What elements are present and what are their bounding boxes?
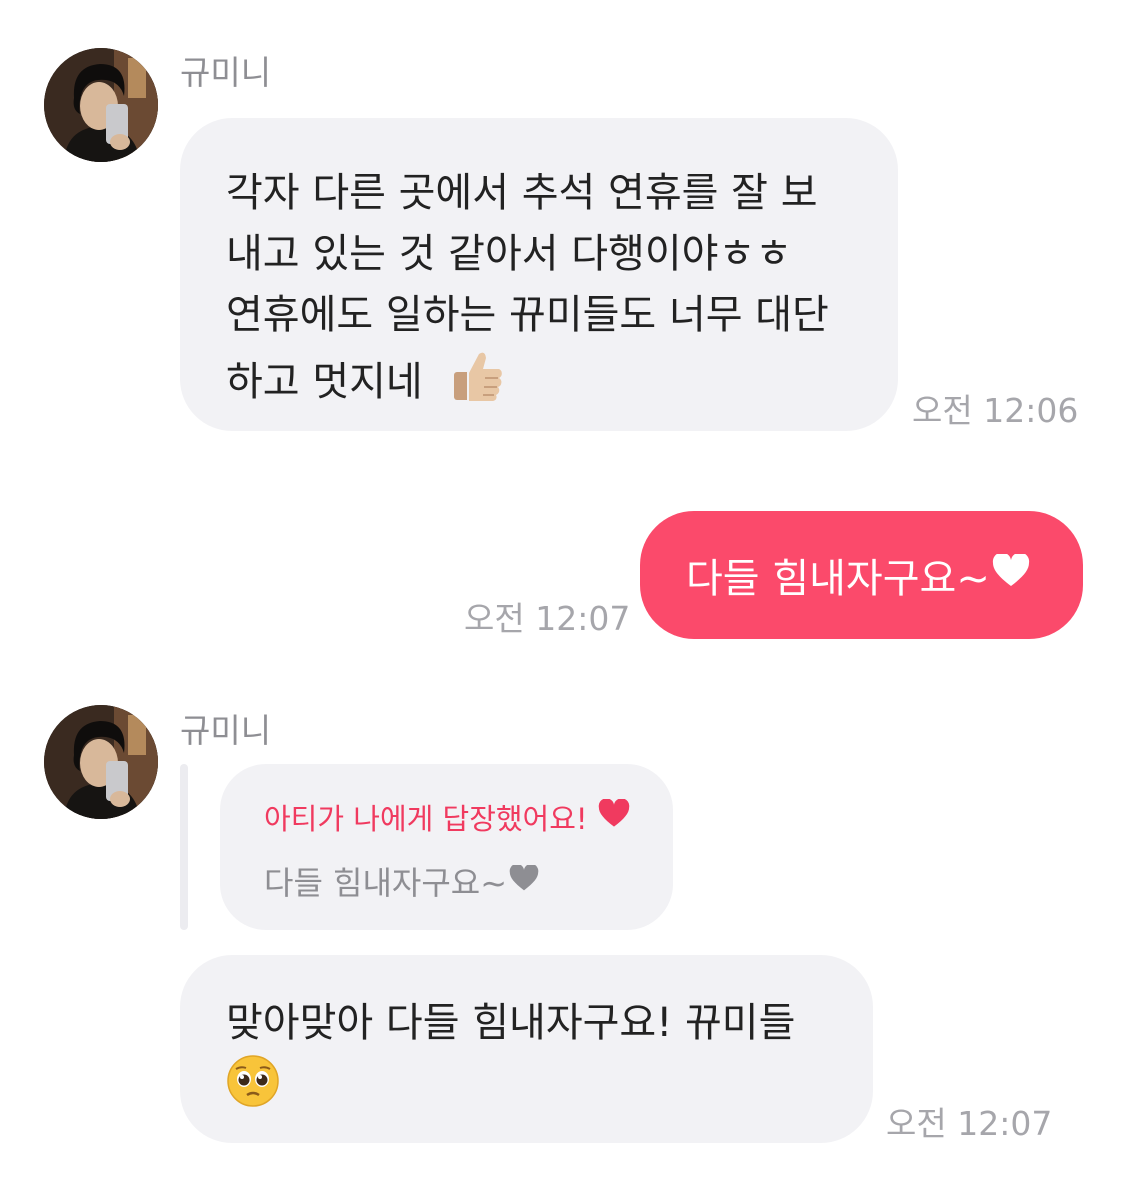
timestamp: 오전 12:07 bbox=[464, 599, 631, 638]
message-line: 하고 멋지네 bbox=[226, 346, 898, 422]
message-line: 각자 다른 곳에서 추석 연휴를 잘 보 bbox=[226, 170, 818, 216]
reply-indicator-bar bbox=[180, 764, 188, 930]
reply-quote[interactable]: 아티가 나에게 답장했어요! 다들 힘내자구요~ bbox=[220, 764, 673, 930]
thumbs-up-icon bbox=[449, 346, 507, 422]
message-text: 다들 힘내자구요~ bbox=[686, 556, 990, 602]
pleading-face-icon bbox=[226, 1054, 280, 1126]
message-line-text: 하고 멋지네 bbox=[226, 359, 423, 405]
sender-name: 규미니 bbox=[180, 53, 272, 92]
reply-quote-text: 다들 힘내자구요~ bbox=[264, 858, 539, 904]
reply-header-text: 아티가 나에게 답장했어요! bbox=[264, 802, 588, 836]
timestamp: 오전 12:07 bbox=[886, 1104, 1053, 1143]
white-heart-icon bbox=[992, 552, 1030, 598]
message-bubble[interactable]: 각자 다른 곳에서 추석 연휴를 잘 보 내고 있는 것 같아서 다행이야ㅎㅎ … bbox=[180, 118, 898, 431]
timestamp: 오전 12:06 bbox=[912, 391, 1079, 430]
message-line: 연휴에도 일하는 뀨미들도 너무 대단 bbox=[226, 292, 829, 338]
message-line: 맞아맞아 다들 힘내자구요! 뀨미들 bbox=[226, 1000, 796, 1046]
message-line: 내고 있는 것 같아서 다행이야ㅎㅎ bbox=[226, 231, 793, 277]
sender-name: 규미니 bbox=[180, 711, 272, 750]
red-heart-icon bbox=[598, 797, 630, 836]
message-bubble[interactable]: 맞아맞아 다들 힘내자구요! 뀨미들 bbox=[180, 955, 873, 1143]
gray-heart-icon bbox=[509, 862, 539, 900]
avatar[interactable] bbox=[44, 48, 158, 162]
message-line bbox=[226, 1054, 873, 1126]
message-bubble-outgoing[interactable]: 다들 힘내자구요~ bbox=[640, 511, 1083, 639]
reply-quote-content: 다들 힘내자구요~ bbox=[264, 864, 508, 902]
avatar[interactable] bbox=[44, 705, 158, 819]
reply-header: 아티가 나에게 답장했어요! bbox=[264, 796, 630, 838]
